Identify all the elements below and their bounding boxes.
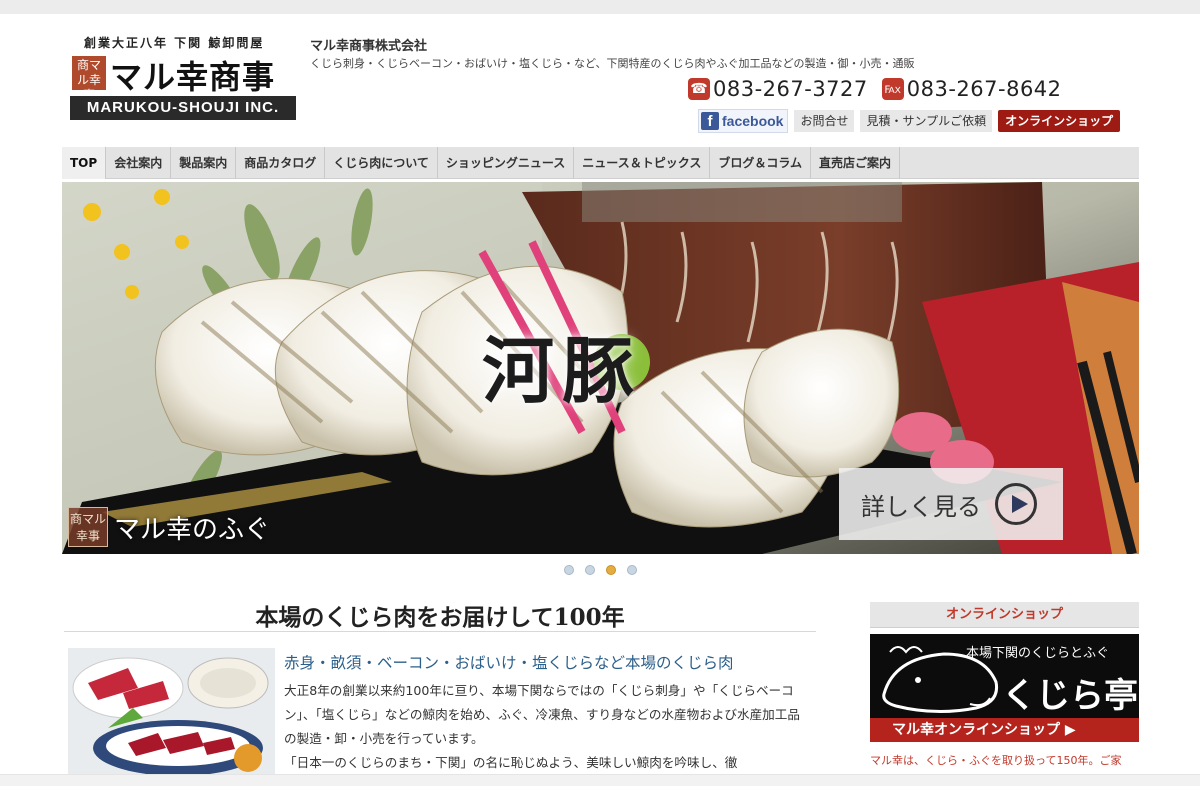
banner-subtitle: 本場下関のくじらとふぐ xyxy=(966,646,1110,661)
online-shop-banner[interactable]: 本場下関のくじらとふぐ くじら亭 マル幸オンラインショップ ▶ xyxy=(870,634,1139,742)
hero-brand-text: マル幸のふぐ xyxy=(114,514,271,545)
hero-more-label: 詳しく見る xyxy=(861,492,981,521)
site-logo[interactable]: 創業大正八年 下関 鯨卸問屋 商マル幸事 マル幸商事 MARUKOU-SHOUJ… xyxy=(70,34,296,122)
nav-item-news-topics[interactable]: ニュース＆トピックス xyxy=(574,147,711,179)
sidebar-heading: オンラインショップ xyxy=(870,602,1139,628)
global-nav: TOP 会社案内 製品案内 商品カタログ くじら肉について ショッピングニュース… xyxy=(62,147,1139,179)
section-divider xyxy=(64,631,816,632)
phone-number: ☎ 083-267-3727 xyxy=(688,77,868,101)
logo-tagline: 創業大正八年 下関 鯨卸問屋 xyxy=(84,36,265,50)
nav-item-products[interactable]: 製品案内 xyxy=(171,147,237,179)
nav-item-whale-meat[interactable]: くじら肉について xyxy=(325,147,438,179)
bottom-strip xyxy=(0,774,1200,786)
facebook-button[interactable]: f facebook xyxy=(698,109,789,133)
slider-dot[interactable] xyxy=(627,565,637,575)
nav-item-direct-store[interactable]: 直売店ご案内 xyxy=(811,147,901,179)
header-links: f facebook お問合せ 見積・サンプルご依頼 オンラインショップ xyxy=(698,109,1121,133)
hero-more-button[interactable]: 詳しく見る xyxy=(839,468,1063,540)
fax-icon: ℻ xyxy=(881,78,904,100)
banner-title: くじら亭 xyxy=(1002,676,1138,716)
slider-pagination xyxy=(564,565,648,575)
body-paragraph: 「日本一のくじらのまち・下関」の名に恥じぬよう、美味しい鯨肉を吟味し、徹 xyxy=(284,755,738,770)
section-subheading: 赤身・畝須・ベーコン・おばいけ・塩くじらなど本場のくじら肉 xyxy=(284,654,734,672)
fax-number-text: 083-267-8642 xyxy=(906,77,1062,101)
logo-name: マル幸商事 xyxy=(110,58,276,96)
nav-item-catalog[interactable]: 商品カタログ xyxy=(236,147,326,179)
slider-dot-active[interactable] xyxy=(606,565,616,575)
site-description: くじら刺身・くじらベーコン・おばいけ・塩くじら・など、下関特産のくじら肉やふぐ加… xyxy=(310,57,915,70)
top-strip xyxy=(0,0,1200,14)
online-shop-button[interactable]: オンラインショップ xyxy=(998,110,1121,132)
section-heading: 本場のくじら肉をお届けして100年 xyxy=(255,604,625,631)
hero-title: 河豚 xyxy=(482,328,643,413)
play-arrow-icon xyxy=(995,483,1037,525)
slider-dot[interactable] xyxy=(564,565,574,575)
logo-english: MARUKOU-SHOUJI INC. xyxy=(70,96,296,120)
fax-number: ℻ 083-267-8642 xyxy=(881,77,1062,101)
body-paragraph: 大正8年の創業以来約100年に亘り、本場下関ならではの「くじら刺身」や「くじらベ… xyxy=(284,683,800,746)
hero-slider[interactable]: 河豚 商マル幸事 マル幸のふぐ 詳しく見る xyxy=(62,182,1139,554)
phone-icon: ☎ xyxy=(688,78,710,100)
company-name: マル幸商事株式会社 xyxy=(310,39,428,54)
nav-item-top[interactable]: TOP xyxy=(62,147,107,179)
banner-link[interactable]: マル幸オンラインショップ ▶ xyxy=(870,718,1139,742)
contact-numbers: ☎ 083-267-3727 ℻ 083-267-8642 xyxy=(688,76,1128,102)
logo-seal: 商マル幸事 xyxy=(72,56,106,102)
hero-brand: 商マル幸事 マル幸のふぐ xyxy=(62,500,270,554)
facebook-icon: f xyxy=(701,112,719,130)
nav-item-shopping-news[interactable]: ショッピングニュース xyxy=(438,147,575,179)
nav-item-company[interactable]: 会社案内 xyxy=(106,147,172,179)
sidebar-text: マル幸は、くじら・ふぐを取り扱って150年。ご家 xyxy=(870,754,1122,767)
facebook-label: facebook xyxy=(722,113,784,129)
estimate-sample-link[interactable]: 見積・サンプルご依頼 xyxy=(860,110,993,132)
nav-item-blog-column[interactable]: ブログ＆コラム xyxy=(710,147,811,179)
phone-number-text: 083-267-3727 xyxy=(713,77,868,101)
section-body: 大正8年の創業以来約100年に亘り、本場下関ならではの「くじら刺身」や「くじらベ… xyxy=(284,679,806,775)
whale-meat-photo xyxy=(68,648,275,776)
slider-dot[interactable] xyxy=(585,565,595,575)
hero-brand-seal: 商マル幸事 xyxy=(68,507,108,547)
contact-link[interactable]: お問合せ xyxy=(794,110,855,132)
